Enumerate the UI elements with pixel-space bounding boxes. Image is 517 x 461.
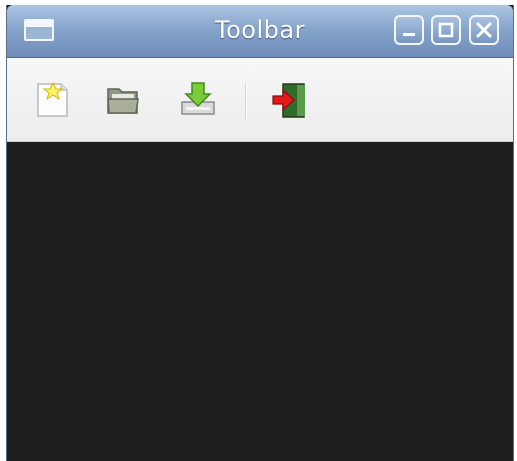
- close-button[interactable]: [469, 15, 499, 45]
- minimize-icon: [403, 33, 415, 36]
- save-button[interactable]: [178, 80, 218, 120]
- new-button[interactable]: [33, 80, 73, 120]
- close-icon: [476, 22, 492, 38]
- exit-button[interactable]: [270, 80, 310, 120]
- application-window: Toolbar: [6, 5, 514, 461]
- toolbar: [7, 58, 513, 142]
- maximize-icon: [438, 22, 454, 38]
- maximize-button[interactable]: [431, 15, 461, 45]
- save-download-icon: [181, 82, 215, 115]
- exit-door-icon: [272, 83, 305, 118]
- new-document-icon: [37, 81, 68, 117]
- title-bar[interactable]: Toolbar: [7, 5, 513, 58]
- open-button[interactable]: [104, 80, 144, 120]
- toolbar-separator: [245, 83, 247, 119]
- open-folder-icon: [107, 88, 139, 114]
- content-area[interactable]: [7, 142, 513, 461]
- minimize-button[interactable]: [394, 15, 424, 45]
